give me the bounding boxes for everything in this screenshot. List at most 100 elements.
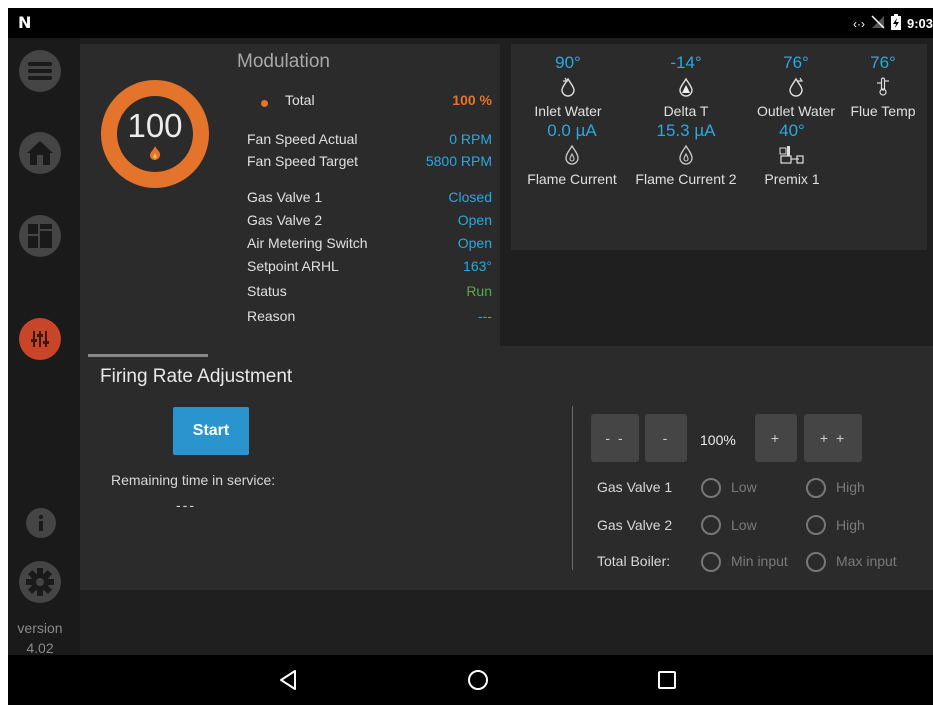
sensor-label: Outlet Water <box>756 103 836 119</box>
gas-valve-2-low-radio[interactable] <box>701 515 721 535</box>
no-signal-icon <box>871 15 885 32</box>
sensor-flue-temp: 76° Flue Temp <box>844 53 922 119</box>
modulation-row: Gas Valve 2 Open <box>247 212 492 234</box>
sensor-flame-current-2: 15.3 µA Flame Current 2 <box>628 121 744 187</box>
increase-big-button[interactable]: + + <box>804 414 862 462</box>
sensor-label: Inlet Water <box>534 103 602 119</box>
row-value: Open <box>457 212 492 228</box>
gas-valve-1-label: Gas Valve 1 <box>597 479 673 495</box>
status-bar: N ‹·› 9:03 <box>8 8 933 38</box>
dashboard-button[interactable] <box>19 215 61 257</box>
modulation-row: Gas Valve 1 Closed <box>247 189 492 211</box>
modulation-row: Reason --- <box>247 308 492 330</box>
service-progress-bar <box>88 354 208 357</box>
radio-label-low: Low <box>731 517 757 533</box>
sensor-value: 15.3 µA <box>656 121 716 140</box>
row-label: Setpoint ARHL <box>247 258 339 274</box>
firing-rate-value: 100% <box>700 432 736 448</box>
sliders-icon <box>30 330 50 348</box>
total-label: Total <box>285 92 315 108</box>
row-label: Air Metering Switch <box>247 235 368 251</box>
row-value: 5800 RPM <box>425 153 492 169</box>
dashboard-icon <box>28 224 52 248</box>
radio-label-high: High <box>836 517 865 533</box>
modulation-gauge: 100 <box>101 80 209 188</box>
version-label: version <box>17 620 63 636</box>
row-value: 0 RPM <box>449 131 492 147</box>
sidebar: version 4.02 <box>8 38 80 656</box>
sensor-inlet-water: 90° Inlet Water <box>522 53 614 119</box>
decrease-button[interactable]: - <box>645 414 687 462</box>
total-indicator-dot <box>261 100 268 107</box>
status-value: Run <box>466 283 492 299</box>
radio-label-low: Low <box>731 479 757 495</box>
sensor-value: 0.0 µA <box>547 121 597 140</box>
sensor-delta-t: -14° Delta T <box>646 53 726 119</box>
battery-charging-icon <box>890 14 901 33</box>
adjust-button[interactable] <box>19 318 61 360</box>
modulation-row: Setpoint ARHL 163° <box>247 258 492 280</box>
flue-temp-icon <box>844 77 922 97</box>
info-button[interactable] <box>26 508 56 538</box>
premix-icon <box>754 145 830 165</box>
radio-label-max-input: Max input <box>836 553 897 569</box>
modulation-row: Fan Speed Actual 0 RPM <box>247 131 492 153</box>
start-button[interactable]: Start <box>173 407 249 455</box>
row-label: Fan Speed Target <box>247 153 359 169</box>
notification-logo: N <box>18 13 32 32</box>
home-button[interactable] <box>19 132 61 174</box>
delta-t-icon <box>646 77 726 97</box>
data-arrows-icon: ‹·› <box>852 16 865 31</box>
flame-icon <box>149 146 161 165</box>
row-label: Status <box>247 283 287 299</box>
flame-current-icon <box>518 145 626 165</box>
total-value: 100 % <box>452 92 492 108</box>
remaining-time-label: Remaining time in service: <box>111 472 276 488</box>
total-boiler-max-radio[interactable] <box>806 552 826 572</box>
sensor-label: Premix 1 <box>764 171 820 187</box>
row-value: Closed <box>448 189 492 205</box>
sensor-value: 90° <box>555 53 581 72</box>
radio-label-min-input: Min input <box>731 553 788 569</box>
row-value: Open <box>457 235 492 251</box>
decrease-big-button[interactable]: - - <box>591 414 639 462</box>
total-boiler-label: Total Boiler: <box>597 553 671 569</box>
modulation-row: Status Run <box>247 283 492 305</box>
increase-button[interactable]: + <box>755 414 797 462</box>
firing-rate-title: Firing Rate Adjustment <box>100 366 293 387</box>
modulation-row: Fan Speed Target 5800 RPM <box>247 153 492 175</box>
total-row: Total 100 % <box>285 92 492 114</box>
gas-valve-1-high-radio[interactable] <box>806 478 826 498</box>
gas-valve-1-low-radio[interactable] <box>701 478 721 498</box>
sensor-outlet-water: 76° Outlet Water <box>746 53 846 119</box>
flame-current-icon <box>628 145 744 165</box>
sensor-label: Flame Current <box>527 171 617 187</box>
panel-divider <box>572 406 573 570</box>
modulation-title: Modulation <box>237 51 330 72</box>
app-screen: N ‹·› 9:03 version 4.02 Modulation 100 T… <box>8 8 933 705</box>
remaining-time-value: --- <box>176 497 196 513</box>
modulation-row: Air Metering Switch Open <box>247 235 492 257</box>
row-value: 163° <box>463 258 492 274</box>
sensor-label: Flue Temp <box>850 103 916 119</box>
sensor-label: Flame Current 2 <box>635 171 737 187</box>
row-value: --- <box>478 308 492 324</box>
sensor-flame-current: 0.0 µA Flame Current <box>518 121 626 187</box>
navigation-bar <box>8 655 933 705</box>
menu-button[interactable] <box>19 50 61 92</box>
info-icon <box>34 514 48 532</box>
back-icon[interactable] <box>276 667 302 693</box>
row-label: Reason <box>247 308 296 324</box>
home-icon <box>26 140 54 166</box>
home-nav-icon[interactable] <box>465 667 491 693</box>
sensor-value: 76° <box>870 53 896 72</box>
recents-icon[interactable] <box>654 667 680 693</box>
total-boiler-min-radio[interactable] <box>701 552 721 572</box>
gauge-value: 100 <box>127 107 183 144</box>
gas-valve-2-label: Gas Valve 2 <box>597 517 673 533</box>
gas-valve-2-high-radio[interactable] <box>806 515 826 535</box>
sensor-value: 40° <box>779 121 805 140</box>
settings-button[interactable] <box>19 561 61 603</box>
sensor-label: Delta T <box>663 103 709 119</box>
radio-label-high: High <box>836 479 865 495</box>
